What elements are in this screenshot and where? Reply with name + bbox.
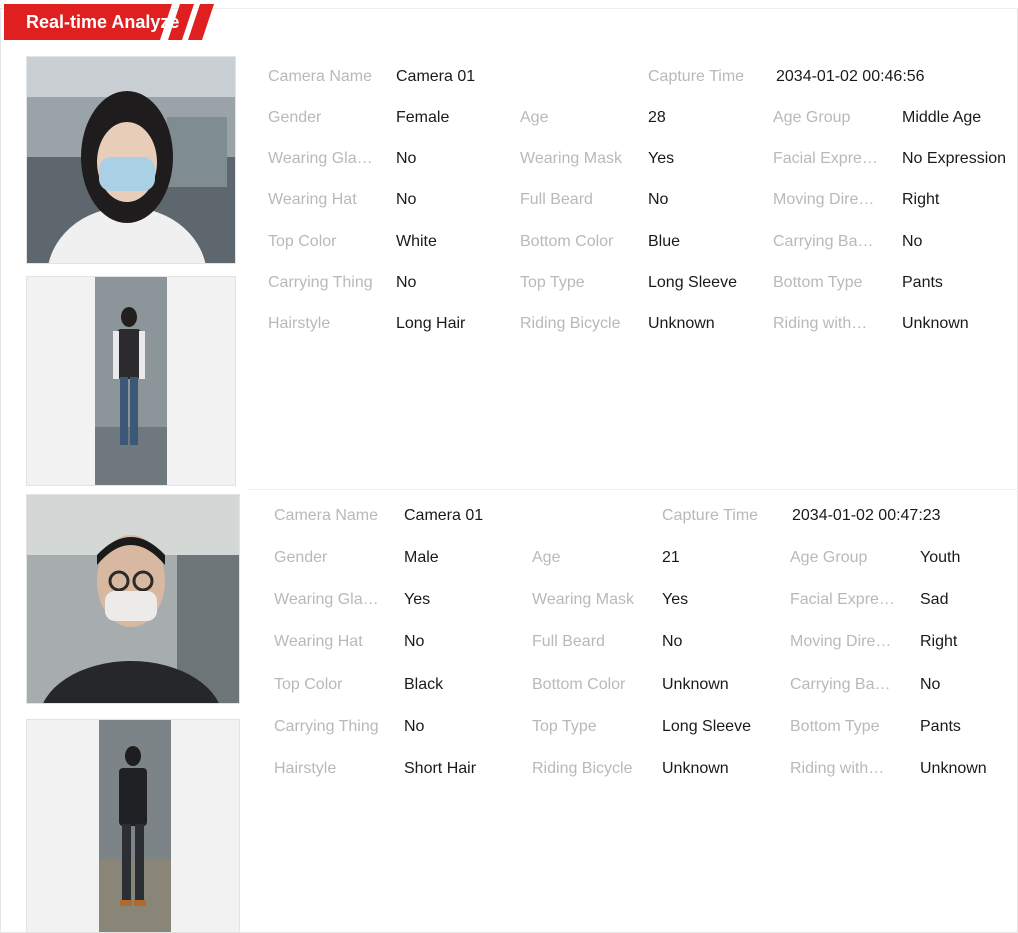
attribute-value: No bbox=[396, 150, 417, 167]
attribute-label: Wearing Mask bbox=[532, 591, 634, 608]
record-divider bbox=[248, 489, 1018, 490]
attribute-label: Top Color bbox=[268, 233, 337, 250]
attribute-value: No bbox=[396, 274, 417, 291]
attribute-value: Black bbox=[404, 676, 444, 693]
attribute-value: No bbox=[404, 718, 425, 735]
attribute-value: Male bbox=[404, 549, 439, 566]
attribute-label: Age Group bbox=[790, 549, 868, 566]
body-image bbox=[27, 277, 235, 485]
attribute-label: Moving Dire… bbox=[773, 191, 875, 208]
capture-time-label: Capture Time bbox=[648, 68, 745, 85]
attribute-label: Bottom Color bbox=[520, 233, 614, 250]
attribute-label: Full Beard bbox=[520, 191, 593, 208]
attribute-label: Gender bbox=[268, 109, 322, 126]
attribute-value: Long Sleeve bbox=[648, 274, 737, 291]
body-image bbox=[27, 720, 239, 932]
attribute-label: Carrying Thing bbox=[274, 718, 379, 735]
body-snapshot[interactable] bbox=[26, 719, 240, 933]
capture-record[interactable]: Camera Name Camera 01 Capture Time 2034-… bbox=[0, 56, 1018, 488]
attribute-label: Wearing Gla… bbox=[268, 150, 373, 167]
attribute-value: Sad bbox=[920, 591, 949, 608]
face-image bbox=[27, 57, 235, 263]
attribute-value: White bbox=[396, 233, 437, 250]
attribute-value: Yes bbox=[662, 591, 689, 608]
attribute-value: Short Hair bbox=[404, 760, 477, 777]
attribute-label: Carrying Ba… bbox=[790, 676, 891, 693]
capture-time-label: Capture Time bbox=[662, 507, 759, 524]
attribute-label: Hairstyle bbox=[274, 760, 337, 777]
attribute-label: Wearing Mask bbox=[520, 150, 622, 167]
attribute-label: Full Beard bbox=[532, 633, 605, 650]
camera-name-label: Camera Name bbox=[268, 68, 373, 85]
body-snapshot[interactable] bbox=[26, 276, 236, 486]
attribute-label: Top Type bbox=[532, 718, 597, 735]
face-snapshot[interactable] bbox=[26, 56, 236, 264]
attribute-label: Age bbox=[532, 549, 561, 566]
attribute-label: Carrying Ba… bbox=[773, 233, 874, 250]
attribute-label: Riding with… bbox=[773, 315, 868, 332]
attribute-label: Facial Expre… bbox=[790, 591, 895, 608]
attribute-value: No bbox=[920, 676, 941, 693]
attribute-label: Top Color bbox=[274, 676, 343, 693]
attribute-value: Unknown bbox=[920, 760, 987, 777]
attribute-value: Long Hair bbox=[396, 315, 466, 332]
attribute-label: Age Group bbox=[773, 109, 851, 126]
attribute-label: Top Type bbox=[520, 274, 585, 291]
attribute-label: Wearing Hat bbox=[274, 633, 363, 650]
attribute-value: Yes bbox=[404, 591, 431, 608]
title-tab: Real-time Analyze bbox=[4, 4, 218, 40]
attribute-value: Unknown bbox=[648, 315, 715, 332]
capture-time-value: 2034-01-02 00:47:23 bbox=[792, 507, 941, 524]
attribute-label: Wearing Hat bbox=[268, 191, 357, 208]
attribute-value: No bbox=[662, 633, 683, 650]
attribute-label: Facial Expre… bbox=[773, 150, 878, 167]
face-snapshot[interactable] bbox=[26, 494, 240, 704]
attribute-value: Yes bbox=[648, 150, 675, 167]
attribute-value: Unknown bbox=[662, 760, 729, 777]
attribute-value: No Expression bbox=[902, 150, 1007, 167]
page-title: Real-time Analyze bbox=[26, 12, 180, 32]
attribute-value: Pants bbox=[902, 274, 943, 291]
attribute-label: Moving Dire… bbox=[790, 633, 892, 650]
attribute-value: Female bbox=[396, 109, 450, 126]
capture-record[interactable]: Camera Name Camera 01 Capture Time 2034-… bbox=[0, 494, 1018, 933]
attribute-label: Age bbox=[520, 109, 549, 126]
attribute-label: Riding Bicycle bbox=[532, 760, 633, 777]
attribute-label: Wearing Gla… bbox=[274, 591, 379, 608]
attribute-value: No bbox=[396, 191, 417, 208]
attribute-value: Right bbox=[902, 191, 940, 208]
capture-time-value: 2034-01-02 00:46:56 bbox=[776, 68, 925, 85]
attribute-label: Bottom Color bbox=[532, 676, 626, 693]
attribute-value: Youth bbox=[920, 549, 961, 566]
attribute-label: Hairstyle bbox=[268, 315, 331, 332]
attribute-value: Middle Age bbox=[902, 109, 982, 126]
attribute-label: Bottom Type bbox=[790, 718, 880, 735]
attribute-label: Gender bbox=[274, 549, 328, 566]
attribute-label: Bottom Type bbox=[773, 274, 863, 291]
attribute-value: Long Sleeve bbox=[662, 718, 751, 735]
attribute-value: Blue bbox=[648, 233, 681, 250]
attribute-label: Carrying Thing bbox=[268, 274, 373, 291]
camera-name-value: Camera 01 bbox=[404, 507, 484, 524]
attribute-label: Riding with… bbox=[790, 760, 885, 777]
attribute-value: 21 bbox=[662, 549, 680, 566]
attribute-label: Riding Bicycle bbox=[520, 315, 621, 332]
attribute-value: Pants bbox=[920, 718, 961, 735]
camera-name-value: Camera 01 bbox=[396, 68, 476, 85]
camera-name-label: Camera Name bbox=[274, 507, 379, 524]
attribute-value: No bbox=[404, 633, 425, 650]
face-image bbox=[27, 495, 239, 703]
attribute-value: 28 bbox=[648, 109, 666, 126]
attribute-value: No bbox=[902, 233, 923, 250]
attribute-value: Unknown bbox=[902, 315, 969, 332]
attribute-value: Right bbox=[920, 633, 958, 650]
attribute-value: No bbox=[648, 191, 669, 208]
attribute-value: Unknown bbox=[662, 676, 729, 693]
